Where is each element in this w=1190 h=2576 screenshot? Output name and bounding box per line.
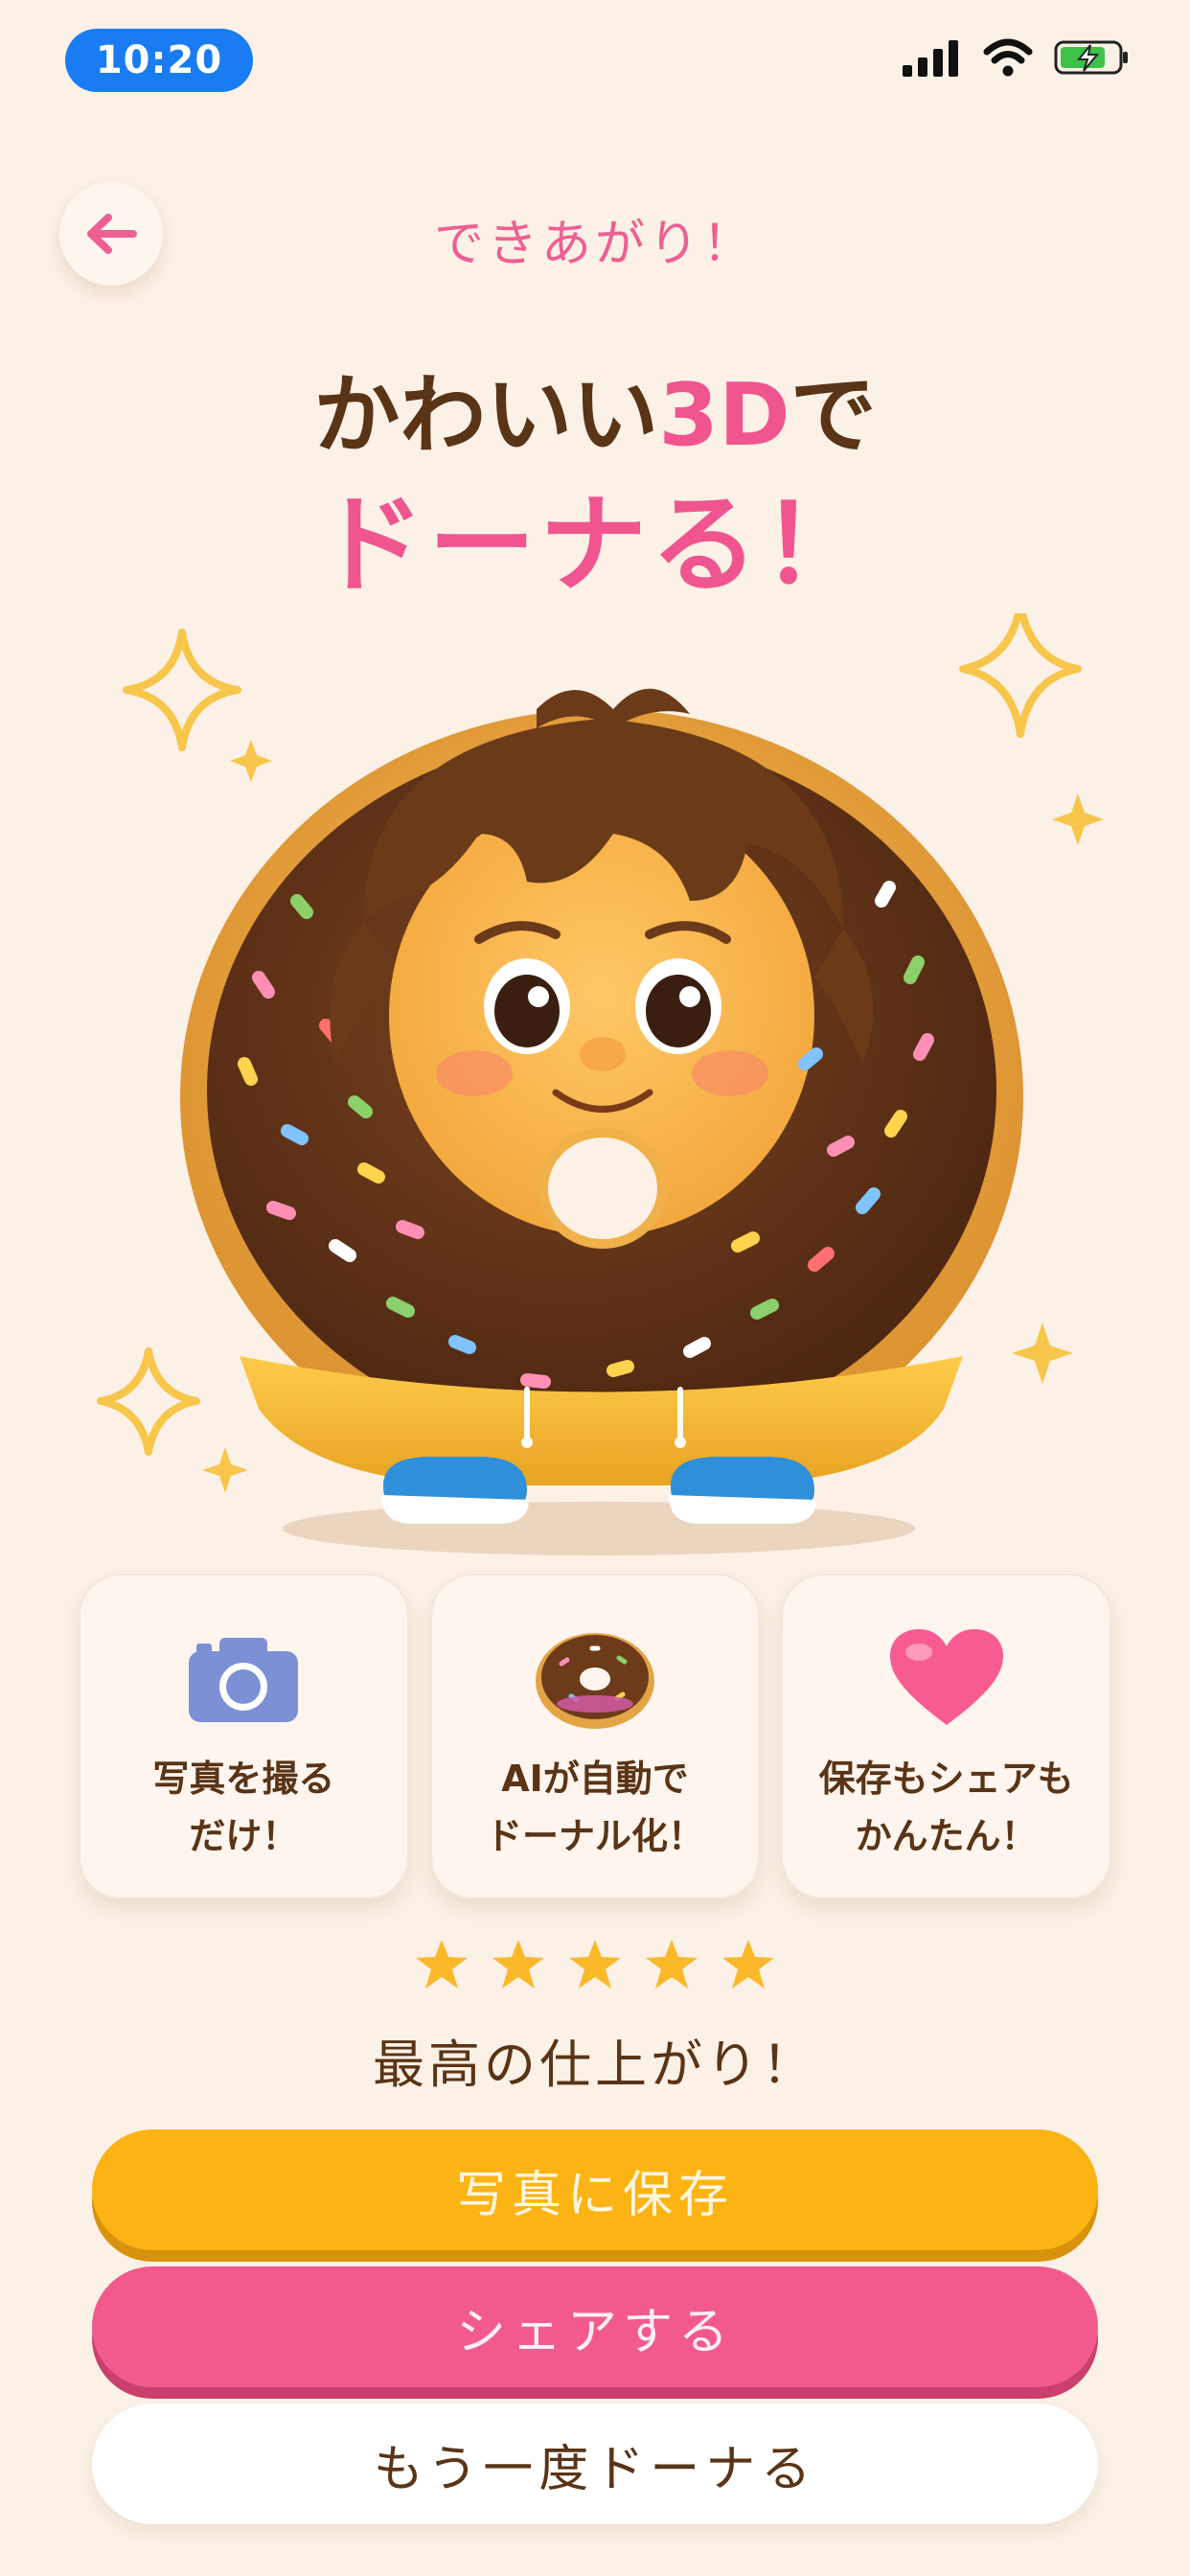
heart-icon bbox=[889, 1629, 1003, 1725]
feature-text: 写真を撮る だけ！ bbox=[152, 1750, 334, 1865]
star-icon bbox=[492, 1940, 544, 1989]
headline-prefix: かわいい bbox=[313, 365, 659, 466]
feature-cards: 写真を撮る だけ！ AIが自動で ドーナル化！ 保存もシェアも かんたん！ bbox=[79, 1574, 1112, 1899]
feature-text: AIが自動で ドーナル化！ bbox=[486, 1750, 704, 1865]
rating-text: 最高の仕上がり！ bbox=[373, 2035, 817, 2095]
feature-line: 保存もシェアも bbox=[818, 1758, 1074, 1800]
status-time: 10:20 bbox=[65, 29, 253, 92]
feature-line: AIが自動で bbox=[501, 1758, 689, 1800]
donut-character-image bbox=[97, 613, 1104, 1555]
wifi-icon bbox=[983, 38, 1033, 77]
feature-line: ドーナル化！ bbox=[486, 1815, 705, 1857]
star-rating bbox=[0, 1938, 1190, 1991]
feature-line: だけ！ bbox=[189, 1815, 299, 1857]
status-icons bbox=[903, 38, 1131, 77]
share-button[interactable]: シェアする bbox=[92, 2266, 1098, 2387]
feature-card-share: 保存もシェアも かんたん！ bbox=[781, 1574, 1112, 1899]
feature-card-photo: 写真を撮る だけ！ bbox=[79, 1574, 409, 1899]
feature-line: かんたん！ bbox=[855, 1815, 1038, 1857]
save-photo-button[interactable]: 写真に保存 bbox=[92, 2129, 1098, 2250]
star-icon bbox=[646, 1940, 698, 1989]
page-title: できあがり！ bbox=[433, 216, 756, 273]
camera-icon bbox=[189, 1638, 299, 1722]
star-icon bbox=[569, 1940, 621, 1989]
donut-icon bbox=[536, 1633, 654, 1729]
battery-charging-icon bbox=[1054, 40, 1128, 75]
headline-highlight: 3D bbox=[658, 365, 790, 466]
headline-line-1: かわいい3Dで bbox=[0, 345, 1190, 470]
cellular-signal-icon bbox=[903, 40, 958, 77]
retry-button[interactable]: もう一度ドーナる bbox=[92, 2404, 1098, 2524]
feature-text: 保存もシェアも かんたん！ bbox=[819, 1750, 1074, 1865]
headline-suffix: で bbox=[790, 365, 877, 466]
feature-line: 写真を撮る bbox=[152, 1758, 335, 1800]
star-icon bbox=[722, 1940, 774, 1989]
feature-card-ai: AIが自動で ドーナル化！ bbox=[429, 1574, 761, 1899]
status-bar: 10:20 bbox=[0, 0, 1190, 115]
headline-line-2: ドーナる！ bbox=[317, 483, 873, 608]
star-icon bbox=[416, 1940, 468, 1989]
